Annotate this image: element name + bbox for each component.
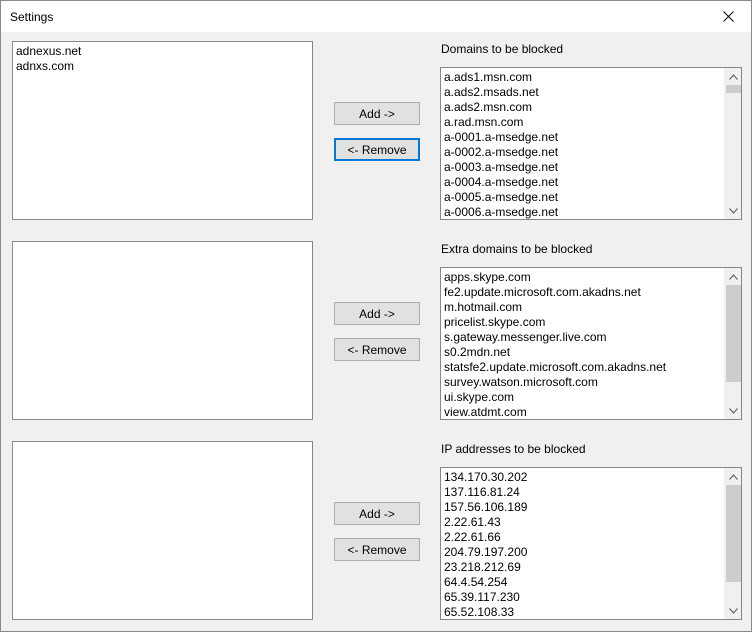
list-item[interactable]: a-0001.a-msedge.net <box>444 130 724 145</box>
scroll-up-arrow[interactable] <box>725 268 741 285</box>
list-item[interactable]: a-0006.a-msedge.net <box>444 205 724 219</box>
scroll-thumb[interactable] <box>726 85 741 93</box>
domains-input-list[interactable]: adnexus.net adnxs.com <box>12 41 313 220</box>
chevron-down-icon <box>729 407 738 414</box>
list-item[interactable]: survey.watson.microsoft.com <box>444 375 724 390</box>
list-item[interactable]: s.gateway.messenger.live.com <box>444 330 724 345</box>
list-item[interactable]: 134.170.30.202 <box>444 470 724 485</box>
list-item[interactable]: a.ads2.msn.com <box>444 100 724 115</box>
add-extra-domain-button[interactable]: Add -> <box>334 302 420 325</box>
left-items <box>13 242 312 244</box>
add-ip-button[interactable]: Add -> <box>334 502 420 525</box>
left-items <box>13 442 312 444</box>
list-item[interactable]: pricelist.skype.com <box>444 315 724 330</box>
ip-addresses-label: IP addresses to be blocked <box>441 442 586 456</box>
extra-domains-scrollbar[interactable] <box>724 268 741 419</box>
list-item[interactable]: 23.218.212.69 <box>444 560 724 575</box>
list-item[interactable]: a-0003.a-msedge.net <box>444 160 724 175</box>
list-item[interactable]: a-0002.a-msedge.net <box>444 145 724 160</box>
close-icon <box>722 11 734 22</box>
ip-input-list[interactable] <box>12 441 313 620</box>
list-item[interactable]: m.hotmail.com <box>444 300 724 315</box>
domains-blocked-list[interactable]: a.ads1.msn.com a.ads2.msads.net a.ads2.msn… <box>440 67 742 220</box>
chevron-up-icon <box>729 73 738 80</box>
right-items: 134.170.30.202 137.116.81.24 157.56.106.18… <box>441 468 724 619</box>
list-item[interactable]: 204.79.197.200 <box>444 545 724 560</box>
left-items: adnexus.net adnxs.com <box>13 42 312 74</box>
scroll-down-arrow[interactable] <box>725 402 741 419</box>
list-item[interactable]: a-0004.a-msedge.net <box>444 175 724 190</box>
right-items: apps.skype.com fe2.update.microsoft.com.a… <box>441 268 724 419</box>
scroll-thumb[interactable] <box>726 285 741 382</box>
chevron-down-icon <box>729 207 738 214</box>
right-items: a.ads1.msn.com a.ads2.msads.net a.ads2.msn… <box>441 68 724 219</box>
chevron-up-icon <box>729 273 738 280</box>
scroll-up-arrow[interactable] <box>725 468 741 485</box>
scroll-down-arrow[interactable] <box>725 202 741 219</box>
list-item[interactable]: a.ads2.msads.net <box>444 85 724 100</box>
ip-scrollbar[interactable] <box>724 468 741 619</box>
chevron-down-icon <box>729 607 738 614</box>
list-item[interactable]: 65.52.108.33 <box>444 605 724 619</box>
extra-domains-input-list[interactable] <box>12 241 313 420</box>
list-item[interactable]: 157.56.106.189 <box>444 500 724 515</box>
list-item[interactable]: a.ads1.msn.com <box>444 70 724 85</box>
remove-extra-domain-button[interactable]: <- Remove <box>334 338 420 361</box>
ip-blocked-list[interactable]: 134.170.30.202 137.116.81.24 157.56.106.18… <box>440 467 742 620</box>
extra-domains-label: Extra domains to be blocked <box>441 242 593 256</box>
list-item[interactable]: view.atdmt.com <box>444 405 724 419</box>
list-item[interactable]: a.rad.msn.com <box>444 115 724 130</box>
settings-window: Settings adnexus.net adnxs.com Domains to… <box>0 0 752 632</box>
domains-label: Domains to be blocked <box>441 42 564 56</box>
remove-domain-button[interactable]: <- Remove <box>334 138 420 161</box>
window-title: Settings <box>10 10 54 24</box>
extra-domains-blocked-list[interactable]: apps.skype.com fe2.update.microsoft.com.a… <box>440 267 742 420</box>
add-domain-button[interactable]: Add -> <box>334 102 420 125</box>
list-item[interactable]: adnxs.com <box>16 59 312 74</box>
domains-scrollbar[interactable] <box>724 68 741 219</box>
list-item[interactable]: s0.2mdn.net <box>444 345 724 360</box>
list-item[interactable]: adnexus.net <box>16 44 312 59</box>
list-item[interactable]: a-0005.a-msedge.net <box>444 190 724 205</box>
scroll-up-arrow[interactable] <box>725 68 741 85</box>
title-bar[interactable]: Settings <box>1 1 751 32</box>
remove-ip-button[interactable]: <- Remove <box>334 538 420 561</box>
scroll-thumb[interactable] <box>726 485 741 582</box>
list-item[interactable]: statsfe2.update.microsoft.com.akadns.net <box>444 360 724 375</box>
list-item[interactable]: ui.skype.com <box>444 390 724 405</box>
list-item[interactable]: 137.116.81.24 <box>444 485 724 500</box>
scroll-down-arrow[interactable] <box>725 602 741 619</box>
close-button[interactable] <box>705 1 751 32</box>
list-item[interactable]: fe2.update.microsoft.com.akadns.net <box>444 285 724 300</box>
chevron-up-icon <box>729 473 738 480</box>
list-item[interactable]: apps.skype.com <box>444 270 724 285</box>
list-item[interactable]: 64.4.54.254 <box>444 575 724 590</box>
list-item[interactable]: 65.39.117.230 <box>444 590 724 605</box>
list-item[interactable]: 2.22.61.43 <box>444 515 724 530</box>
list-item[interactable]: 2.22.61.66 <box>444 530 724 545</box>
